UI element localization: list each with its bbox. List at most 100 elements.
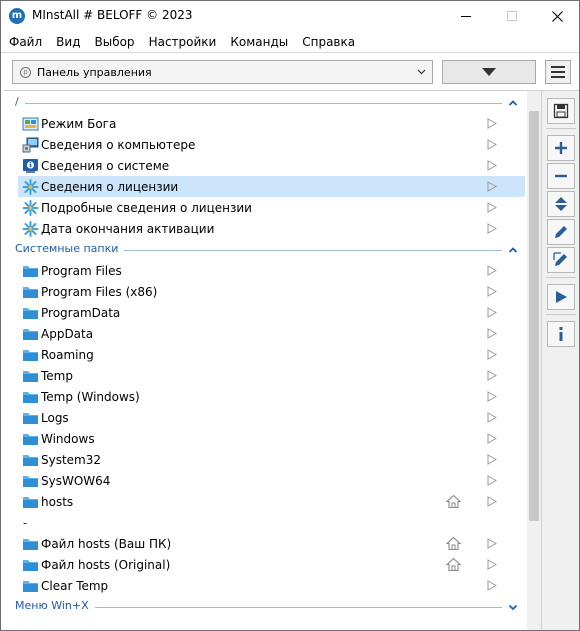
item-label: SysWOW64	[41, 473, 111, 488]
edit-alt-button[interactable]	[547, 247, 575, 273]
chevron-down-icon[interactable]	[508, 601, 518, 611]
run-item-icon[interactable]	[486, 370, 498, 381]
run-item-icon[interactable]	[486, 328, 498, 339]
folder-icon	[22, 347, 39, 363]
list-item[interactable]: Program Files	[18, 260, 525, 281]
run-item-icon[interactable]	[486, 433, 498, 444]
folder-icon	[22, 578, 39, 594]
menu-help[interactable]: Справка	[295, 35, 362, 49]
add-button[interactable]	[547, 135, 575, 161]
scrollbar-thumb[interactable]	[529, 111, 539, 521]
menu-select[interactable]: Выбор	[87, 35, 141, 49]
run-item-icon[interactable]	[486, 181, 498, 192]
item-label: Program Files (x86)	[41, 284, 158, 299]
run-item-icon[interactable]	[486, 580, 498, 591]
run-item-icon[interactable]	[486, 454, 498, 465]
item-label: Temp (Windows)	[41, 389, 140, 404]
chevron-up-icon[interactable]	[508, 97, 518, 107]
folder-icon	[22, 431, 39, 447]
app-logo-icon: m	[9, 8, 25, 24]
run-button[interactable]	[547, 284, 575, 310]
run-item-icon[interactable]	[486, 160, 498, 171]
menu-file[interactable]: Файл	[2, 35, 49, 49]
edit-button[interactable]	[547, 219, 575, 245]
run-item-icon[interactable]	[486, 202, 498, 213]
run-item-icon[interactable]	[486, 223, 498, 234]
list-item[interactable]: Дата окончания активации	[18, 218, 525, 239]
run-item-icon[interactable]	[486, 475, 498, 486]
menu-button[interactable]	[545, 60, 571, 84]
run-item-icon[interactable]	[486, 538, 498, 549]
info-icon	[557, 326, 565, 342]
home-icon[interactable]	[445, 494, 462, 509]
list-item[interactable]: Файл hosts (Original)	[18, 554, 525, 575]
run-item-icon[interactable]	[486, 412, 498, 423]
vertical-scrollbar[interactable]	[527, 91, 541, 630]
run-item-icon[interactable]	[486, 286, 498, 297]
run-item-icon[interactable]	[486, 265, 498, 276]
list-item[interactable]: Logs	[18, 407, 525, 428]
home-icon[interactable]	[445, 557, 462, 572]
item-label: Дата окончания активации	[41, 221, 215, 236]
item-label: Сведения о лицензии	[41, 179, 179, 194]
move-updown-button[interactable]	[547, 191, 575, 217]
control-panel-icon	[22, 116, 39, 132]
run-item-icon[interactable]	[486, 559, 498, 570]
list-item[interactable]: Подробные сведения о лицензии	[18, 197, 525, 218]
group-header[interactable]: Меню Win+X	[4, 597, 527, 617]
item-label: Режим Бога	[41, 116, 117, 131]
run-item-icon[interactable]	[486, 496, 498, 507]
close-button[interactable]	[534, 1, 580, 31]
edit-icon	[553, 224, 569, 240]
info-button[interactable]	[547, 321, 575, 347]
item-list[interactable]: / Режим Бога Сведения о компьютере Сведения…	[4, 90, 541, 630]
folder-icon	[22, 326, 39, 342]
list-item[interactable]: SysWOW64	[18, 470, 525, 491]
list-item[interactable]: Сведения о системе	[18, 155, 525, 176]
list-item[interactable]: Temp (Windows)	[18, 386, 525, 407]
group-divider	[24, 103, 502, 104]
list-item[interactable]: ProgramData	[18, 302, 525, 323]
maximize-button[interactable]	[489, 1, 535, 31]
section-combobox[interactable]: p Панель управления	[12, 60, 433, 84]
maximize-icon	[507, 11, 517, 21]
group-header[interactable]: /	[4, 93, 527, 113]
list-item[interactable]: Clear Temp	[18, 575, 525, 596]
menu-view[interactable]: Вид	[49, 35, 87, 49]
list-item[interactable]: Windows	[18, 428, 525, 449]
list-item[interactable]: Файл hosts (Ваш ПК)	[18, 533, 525, 554]
edit-alt-icon	[553, 252, 569, 268]
title-bar[interactable]: m MInstAll # BELOFF © 2023	[1, 1, 579, 31]
group-header[interactable]: Системные папки	[4, 240, 527, 260]
license-icon	[22, 199, 39, 216]
window-title: MInstAll # BELOFF © 2023	[32, 8, 193, 22]
list-item[interactable]: Roaming	[18, 344, 525, 365]
home-icon[interactable]	[445, 536, 462, 551]
list-item[interactable]: Сведения о лицензии	[18, 176, 525, 197]
tool-separator	[546, 128, 576, 129]
run-item-icon[interactable]	[486, 118, 498, 129]
minimize-button[interactable]	[443, 1, 489, 31]
list-item[interactable]: Сведения о компьютере	[18, 134, 525, 155]
list-item[interactable]: hosts	[18, 491, 525, 512]
list-item[interactable]: Temp	[18, 365, 525, 386]
chevron-up-icon[interactable]	[508, 244, 518, 254]
folder-icon	[22, 284, 39, 300]
menu-settings[interactable]: Настройки	[142, 35, 224, 49]
remove-icon	[554, 169, 568, 183]
dropdown-button[interactable]	[442, 60, 536, 84]
item-label: Clear Temp	[41, 578, 109, 593]
list-item[interactable]: Режим Бога	[18, 113, 525, 134]
menu-commands[interactable]: Команды	[223, 35, 295, 49]
remove-button[interactable]	[547, 163, 575, 189]
item-label: Roaming	[41, 347, 94, 362]
item-label: System32	[41, 452, 102, 467]
run-item-icon[interactable]	[486, 391, 498, 402]
list-item[interactable]: Program Files (x86)	[18, 281, 525, 302]
list-item[interactable]: System32	[18, 449, 525, 470]
run-item-icon[interactable]	[486, 349, 498, 360]
save-button[interactable]	[547, 98, 575, 124]
run-item-icon[interactable]	[486, 139, 498, 150]
run-item-icon[interactable]	[486, 307, 498, 318]
list-item[interactable]: AppData	[18, 323, 525, 344]
